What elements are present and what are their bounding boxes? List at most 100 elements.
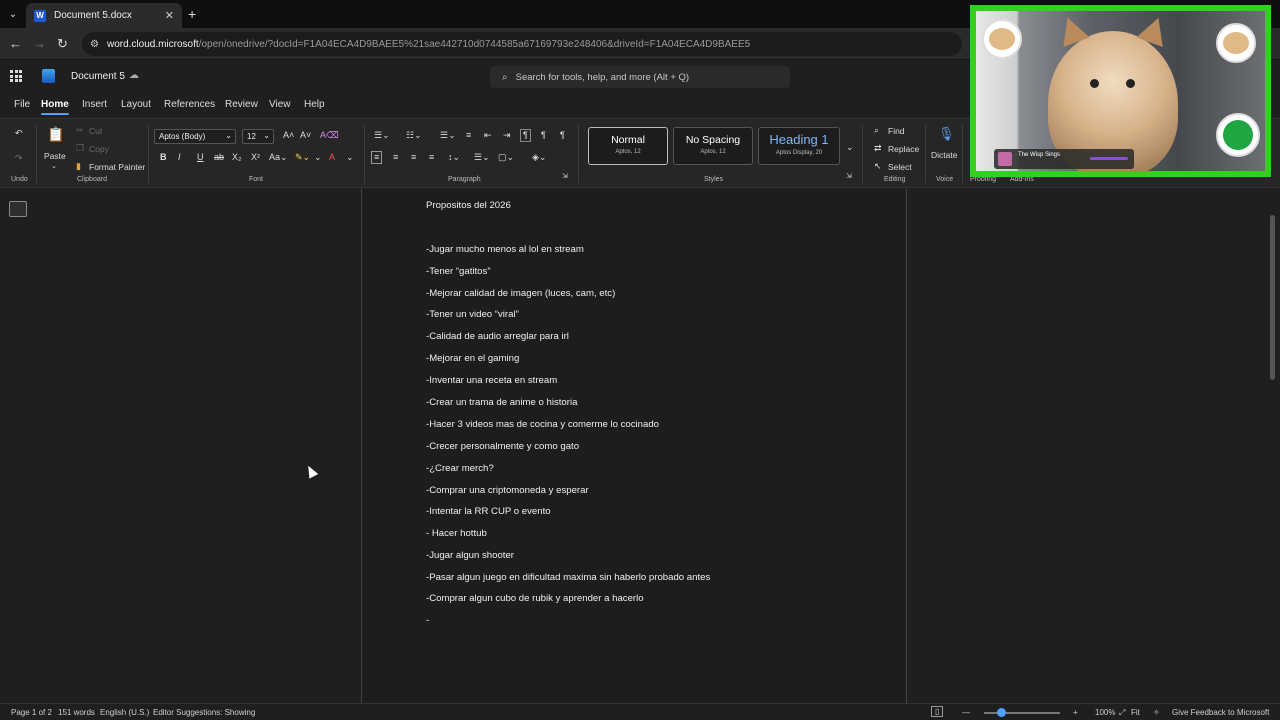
paragraph-launcher-icon[interactable]: ⇲	[562, 173, 568, 180]
superscript-icon[interactable]: X²	[251, 153, 260, 162]
italic-icon[interactable]: I	[178, 153, 181, 162]
tab-layout[interactable]: Layout	[121, 99, 151, 110]
paste-chevron-icon[interactable]: ⌄	[51, 163, 57, 170]
tab-references[interactable]: References	[164, 99, 215, 110]
editor-suggestions[interactable]: Editor Suggestions: Showing	[153, 708, 255, 717]
document-name[interactable]: Document 5	[71, 71, 125, 82]
doc-line[interactable]: -Pasar algun juego en dificultad maxima …	[426, 572, 710, 583]
feedback-icon[interactable]: ✧	[1153, 708, 1160, 717]
tab-home[interactable]: Home	[41, 99, 69, 115]
font-size-select[interactable]: 12 ⌄	[242, 129, 274, 144]
zoom-in-icon[interactable]: +	[1073, 708, 1078, 717]
strikethrough-icon[interactable]: ab	[214, 153, 224, 162]
styles-more-icon[interactable]: ⌄	[846, 143, 854, 152]
fit-button[interactable]: Fit	[1131, 708, 1140, 717]
justify-icon[interactable]: ≡	[429, 153, 434, 162]
doc-line[interactable]: - Hacer hottub	[426, 528, 487, 539]
doc-line[interactable]: -	[426, 615, 429, 626]
font-name-select[interactable]: Aptos (Body) ⌄	[154, 129, 236, 144]
zoom-level[interactable]: 100%	[1095, 708, 1115, 717]
paste-icon[interactable]: 📋	[47, 127, 64, 141]
numbering-icon[interactable]: ☷⌄	[406, 131, 422, 140]
replace-icon[interactable]: ⇄	[874, 144, 882, 153]
new-tab-icon[interactable]: +	[188, 6, 196, 22]
doc-line[interactable]: -Mejorar calidad de imagen (luces, cam, …	[426, 288, 615, 299]
app-launcher-icon[interactable]	[10, 70, 22, 82]
format-painter-icon[interactable]: ▮	[76, 162, 81, 171]
doc-line[interactable]: -Crecer personalmente y como gato	[426, 441, 579, 452]
rtl-icon[interactable]: ¶	[541, 131, 546, 140]
copy-button[interactable]: Copy	[89, 144, 109, 154]
shrink-font-icon[interactable]: A˅	[300, 131, 311, 140]
styles-launcher-icon[interactable]: ⇲	[846, 173, 852, 180]
url-field[interactable]: ⚙ word.cloud.microsoft /open/onedrive/?d…	[82, 32, 962, 56]
list-style-icon[interactable]: ≡	[466, 131, 471, 140]
tab-review[interactable]: Review	[225, 99, 258, 110]
microphone-icon[interactable]: 🎙	[938, 127, 955, 140]
align-left-icon[interactable]: ≡	[371, 151, 383, 164]
style-no-spacing[interactable]: No Spacing Aptos, 12	[673, 127, 753, 165]
doc-title-line[interactable]: Propositos del 2026	[426, 200, 511, 211]
navigation-pane-icon[interactable]	[9, 201, 27, 217]
language-status[interactable]: English (U.S.)	[100, 708, 149, 717]
doc-line[interactable]: -Tener “gatitos”	[426, 266, 491, 277]
back-icon[interactable]: ←	[9, 36, 22, 51]
font-color-icon[interactable]: A	[329, 153, 335, 162]
zoom-slider[interactable]	[984, 712, 1060, 714]
tab-insert[interactable]: Insert	[82, 99, 107, 110]
align-center-icon[interactable]: ≡	[393, 153, 398, 162]
doc-line[interactable]: -Intentar la RR CUP o evento	[426, 506, 551, 517]
forward-icon[interactable]: →	[33, 36, 46, 51]
ltr-icon[interactable]: ¶	[520, 129, 531, 142]
tab-view[interactable]: View	[269, 99, 291, 110]
font-color-chevron-icon[interactable]: ⌄	[346, 153, 354, 162]
line-spacing-icon[interactable]: ↕⌄	[448, 153, 460, 162]
zoom-slider-handle[interactable]	[997, 708, 1006, 717]
borders-icon[interactable]: ▢⌄	[498, 153, 514, 162]
replace-button[interactable]: Replace	[888, 144, 919, 154]
saved-status-icon[interactable]: ☁	[129, 70, 139, 81]
paste-button[interactable]: Paste	[44, 151, 66, 161]
page-view-icon[interactable]: ▯	[931, 706, 944, 717]
decrease-indent-icon[interactable]: ⇤	[484, 131, 492, 140]
doc-line[interactable]: -Tener un video “viral”	[426, 309, 519, 320]
copy-icon[interactable]: ❐	[76, 144, 84, 153]
dictate-button[interactable]: Dictate	[931, 150, 957, 160]
tab-help[interactable]: Help	[304, 99, 325, 110]
paragraph-spacing-icon[interactable]: ☰⌄	[474, 153, 490, 162]
tab-file[interactable]: File	[14, 99, 30, 110]
select-icon[interactable]: ↖	[874, 162, 882, 171]
doc-line[interactable]: -Inventar una receta en stream	[426, 375, 557, 386]
doc-line[interactable]: -Hacer 3 videos mas de cocina y comerme …	[426, 419, 659, 430]
highlight-color-icon[interactable]: ✎⌄	[295, 153, 310, 162]
subscript-icon[interactable]: X₂	[232, 153, 242, 162]
style-heading-1[interactable]: Heading 1 Aptos Display, 20	[758, 127, 840, 165]
fit-icon[interactable]: ⤢	[1119, 708, 1125, 718]
underline-icon[interactable]: U	[197, 153, 204, 162]
search-box[interactable]: ⌕ Search for tools, help, and more (Alt …	[490, 66, 790, 88]
doc-line[interactable]: -Crear un trama de anime o historia	[426, 397, 577, 408]
reload-icon[interactable]: ↻	[57, 36, 68, 52]
multilevel-list-icon[interactable]: ☰⌄	[440, 131, 456, 140]
undo-icon[interactable]: ↶	[15, 129, 23, 138]
doc-line[interactable]: -Mejorar en el gaming	[426, 353, 519, 364]
highlight-chevron-icon[interactable]: ⌄	[314, 153, 322, 162]
browser-tab[interactable]: W Document 5.docx ✕	[26, 3, 182, 28]
doc-line[interactable]: -Calidad de audio arreglar para irl	[426, 331, 569, 342]
vertical-scrollbar[interactable]	[1270, 215, 1275, 380]
grow-font-icon[interactable]: A˄	[283, 131, 294, 140]
redo-icon[interactable]: ↷	[15, 154, 23, 163]
document-page[interactable]: Propositos del 2026 -Jugar mucho menos a…	[361, 189, 907, 703]
doc-line[interactable]: -¿Crear merch?	[426, 463, 494, 474]
doc-line[interactable]: -Jugar mucho menos al lol en stream	[426, 244, 584, 255]
find-button[interactable]: Find	[888, 126, 905, 136]
show-marks-icon[interactable]: ¶	[560, 131, 565, 140]
feedback-link[interactable]: Give Feedback to Microsoft	[1172, 708, 1269, 717]
style-normal[interactable]: Normal Aptos, 12	[588, 127, 668, 165]
tab-close-icon[interactable]: ✕	[165, 9, 174, 22]
cut-icon[interactable]: ✂	[76, 126, 84, 135]
bullets-icon[interactable]: ☰⌄	[374, 131, 390, 140]
shading-icon[interactable]: ◈⌄	[532, 153, 546, 162]
doc-line[interactable]: -Jugar algun shooter	[426, 550, 514, 561]
bold-icon[interactable]: B	[160, 153, 167, 162]
